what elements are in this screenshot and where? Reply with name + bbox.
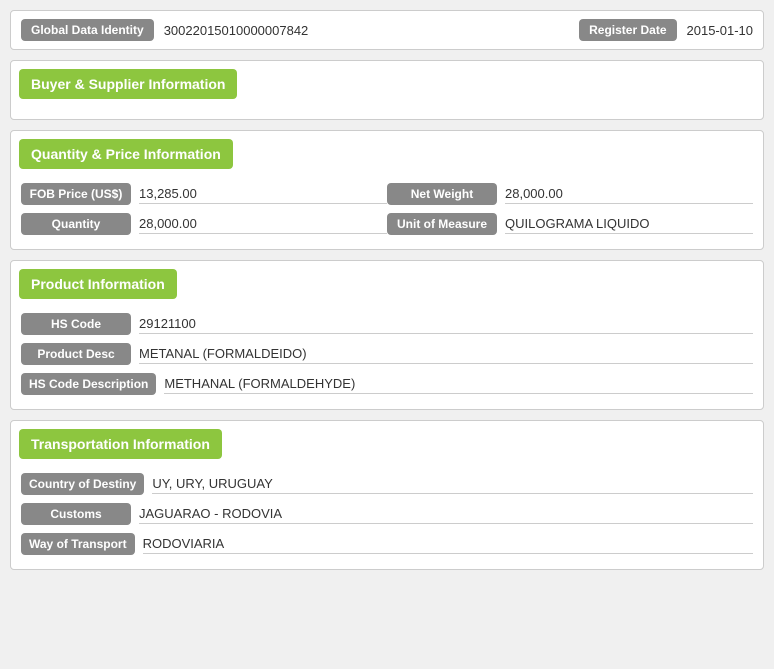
country-of-destiny-label: Country of Destiny [21, 473, 144, 495]
fob-price-field: FOB Price (US$) 13,285.00 [21, 183, 387, 205]
global-data-identity-value: 30022015010000007842 [164, 23, 549, 38]
customs-value: JAGUARAO - RODOVIA [139, 504, 753, 524]
quantity-price-section: Quantity & Price Information FOB Price (… [10, 130, 764, 250]
quantity-price-header: Quantity & Price Information [19, 139, 233, 169]
buyer-supplier-header: Buyer & Supplier Information [19, 69, 237, 99]
way-of-transport-label: Way of Transport [21, 533, 135, 555]
quantity-label: Quantity [21, 213, 131, 235]
register-date-label: Register Date [579, 19, 676, 41]
register-date-value: 2015-01-10 [687, 23, 754, 38]
customs-label: Customs [21, 503, 131, 525]
quantity-value: 28,000.00 [139, 214, 387, 234]
fob-price-value: 13,285.00 [139, 184, 387, 204]
hs-code-desc-label: HS Code Description [21, 373, 156, 395]
way-of-transport-value: RODOVIARIA [143, 534, 753, 554]
country-of-destiny-row: Country of Destiny UY, URY, URUGUAY [11, 469, 763, 499]
unit-of-measure-field: Unit of Measure QUILOGRAMA LIQUIDO [387, 213, 753, 235]
fob-price-label: FOB Price (US$) [21, 183, 131, 205]
transportation-section: Transportation Information Country of De… [10, 420, 764, 570]
net-weight-field: Net Weight 28,000.00 [387, 183, 753, 205]
unit-of-measure-label: Unit of Measure [387, 213, 497, 235]
net-weight-value: 28,000.00 [505, 184, 753, 204]
hs-code-desc-value: METHANAL (FORMALDEHYDE) [164, 374, 753, 394]
hs-code-value: 29121100 [139, 314, 753, 334]
buyer-supplier-section: Buyer & Supplier Information [10, 60, 764, 120]
product-info-header: Product Information [19, 269, 177, 299]
identity-bar: Global Data Identity 3002201501000000784… [10, 10, 764, 50]
hs-code-desc-row: HS Code Description METHANAL (FORMALDEHY… [11, 369, 763, 399]
hs-code-label: HS Code [21, 313, 131, 335]
global-data-identity-label: Global Data Identity [21, 19, 154, 41]
page-wrapper: Global Data Identity 3002201501000000784… [10, 10, 764, 570]
hs-code-row: HS Code 29121100 [11, 309, 763, 339]
way-of-transport-row: Way of Transport RODOVIARIA [11, 529, 763, 559]
net-weight-label: Net Weight [387, 183, 497, 205]
fob-net-row: FOB Price (US$) 13,285.00 Net Weight 28,… [11, 179, 763, 209]
product-desc-label: Product Desc [21, 343, 131, 365]
transportation-header: Transportation Information [19, 429, 222, 459]
customs-row: Customs JAGUARAO - RODOVIA [11, 499, 763, 529]
quantity-uom-row: Quantity 28,000.00 Unit of Measure QUILO… [11, 209, 763, 239]
quantity-field: Quantity 28,000.00 [21, 213, 387, 235]
unit-of-measure-value: QUILOGRAMA LIQUIDO [505, 214, 753, 234]
product-info-section: Product Information HS Code 29121100 Pro… [10, 260, 764, 410]
product-desc-row: Product Desc METANAL (FORMALDEIDO) [11, 339, 763, 369]
country-of-destiny-value: UY, URY, URUGUAY [152, 474, 753, 494]
product-desc-value: METANAL (FORMALDEIDO) [139, 344, 753, 364]
